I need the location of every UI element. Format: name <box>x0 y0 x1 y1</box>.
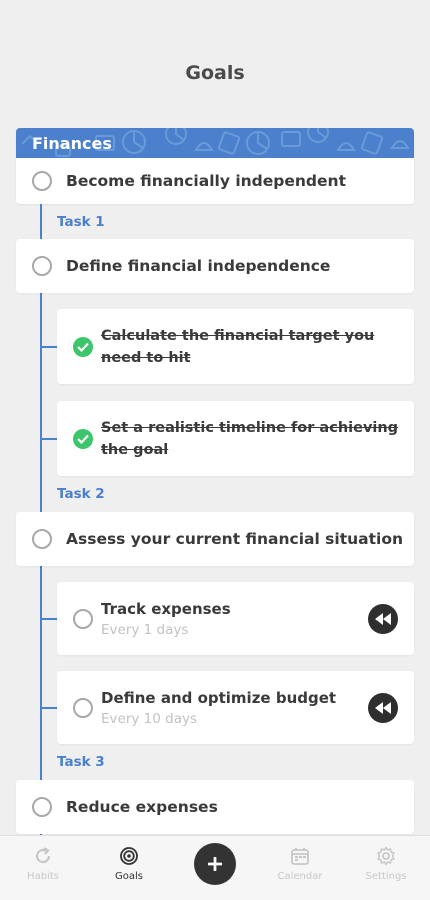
timeline-line-2 <box>40 293 42 512</box>
rewind-icon[interactable] <box>368 693 398 723</box>
tab-settings[interactable]: Settings <box>343 846 429 882</box>
tab-label: Settings <box>365 871 407 882</box>
habit-card[interactable]: Track expenses Every 1 days <box>57 582 414 655</box>
timeline-branch <box>42 346 57 348</box>
habit-checkbox[interactable] <box>73 609 93 629</box>
subtask-card[interactable]: Set a realistic timeline for achieving t… <box>57 401 414 476</box>
task-label: Task 3 <box>57 754 105 770</box>
calendar-icon <box>291 848 309 865</box>
subtask-title: Set a realistic timeline for achieving t… <box>101 420 399 458</box>
timeline-branch <box>42 618 57 620</box>
task-checkbox[interactable] <box>32 529 52 549</box>
tab-label: Calendar <box>277 871 323 882</box>
habit-title: Define and optimize budget <box>101 689 337 707</box>
tab-habits[interactable]: Habits <box>0 846 86 882</box>
timeline-line-1 <box>40 204 42 239</box>
tab-label: Goals <box>115 871 143 882</box>
tab-label: Habits <box>27 871 59 882</box>
task-label: Task 1 <box>57 214 105 230</box>
bottom-tab-bar: Habits Goals Calendar Settings <box>0 835 430 900</box>
check-icon[interactable] <box>73 429 93 449</box>
timeline-branch <box>42 707 57 709</box>
habit-checkbox[interactable] <box>73 698 93 718</box>
target-icon <box>120 847 138 865</box>
habit-card[interactable]: Define and optimize budget Every 10 days <box>57 671 414 744</box>
goal-category-banner: Finances <box>16 128 414 158</box>
tab-calendar[interactable]: Calendar <box>257 846 343 882</box>
page-title: Goals <box>185 62 245 84</box>
task-label: Task 2 <box>57 486 105 502</box>
task-checkbox[interactable] <box>32 797 52 817</box>
timeline-line-3 <box>40 566 42 780</box>
habit-title: Track expenses <box>101 600 231 618</box>
task-checkbox[interactable] <box>32 256 52 276</box>
goal-category-label: Finances <box>32 134 112 153</box>
goal-checkbox[interactable] <box>32 171 52 191</box>
refresh-icon <box>35 847 51 864</box>
gear-icon <box>377 846 395 866</box>
task-title: Define financial independence <box>66 257 331 275</box>
tab-goals[interactable]: Goals <box>86 846 172 882</box>
task-card[interactable]: Define financial independence <box>16 239 414 293</box>
timeline-branch <box>42 438 57 440</box>
habit-frequency: Every 1 days <box>101 622 189 638</box>
goal-title: Become financially independent <box>66 172 346 190</box>
goal-card[interactable]: Finances Become financially independent <box>16 128 414 204</box>
task-card[interactable]: Assess your current financial situation <box>16 512 414 566</box>
task-title: Assess your current financial situation <box>66 530 404 548</box>
plus-icon <box>208 857 222 871</box>
task-card[interactable]: Reduce expenses <box>16 780 414 834</box>
subtask-card[interactable]: Calculate the financial target you need … <box>57 309 414 384</box>
rewind-icon[interactable] <box>368 604 398 634</box>
check-icon[interactable] <box>73 337 93 357</box>
add-button[interactable] <box>194 843 236 885</box>
task-title: Reduce expenses <box>66 798 218 816</box>
habit-frequency: Every 10 days <box>101 711 197 727</box>
subtask-title: Calculate the financial target you need … <box>101 328 375 366</box>
